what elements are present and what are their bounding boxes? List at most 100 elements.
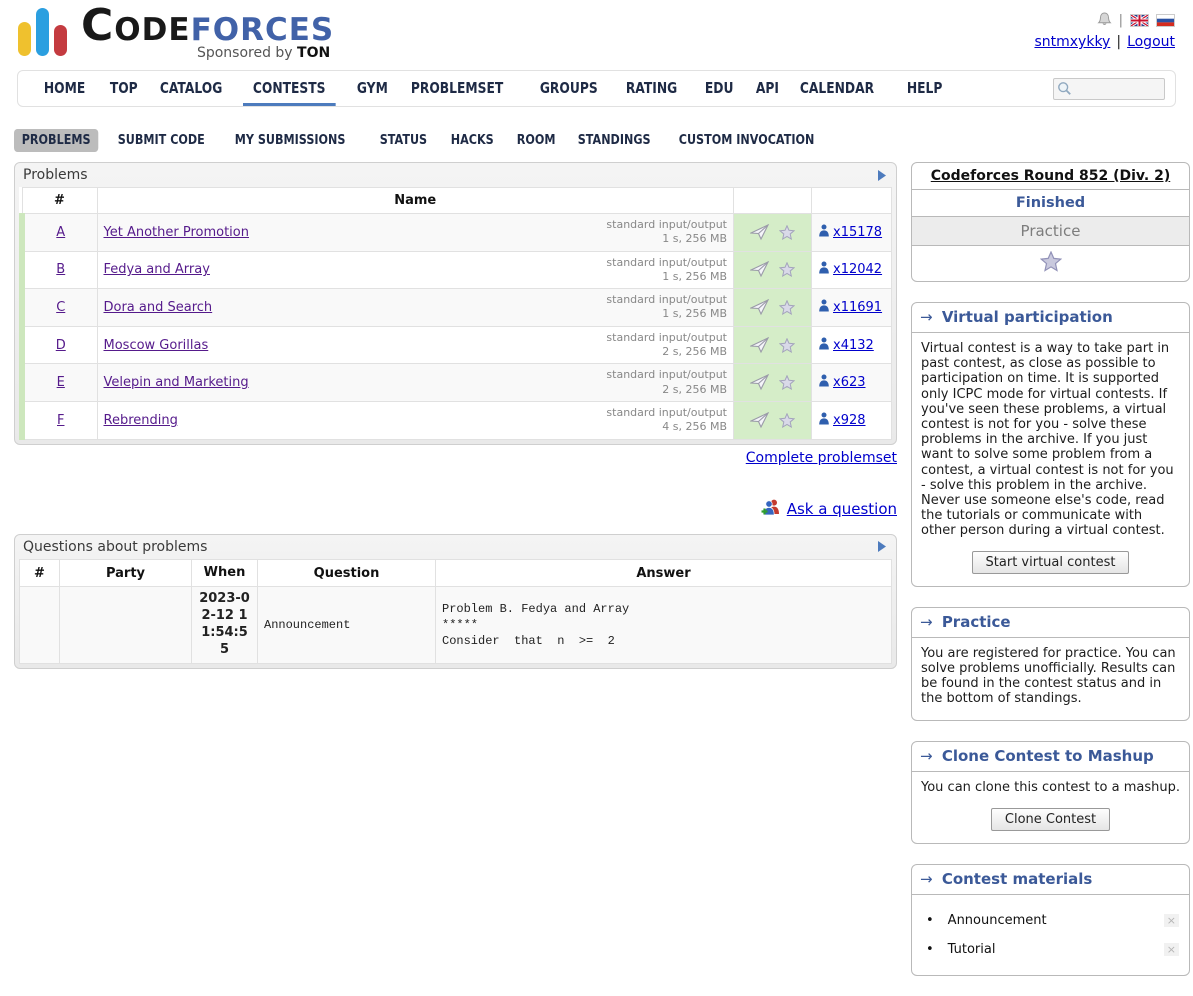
nav-item-top[interactable]: TOP — [100, 71, 148, 106]
problem-letter-link[interactable]: D — [56, 338, 66, 353]
solved-count-link[interactable]: x4132 — [833, 338, 874, 353]
submit-plane-icon[interactable] — [750, 337, 770, 354]
solved-count-link[interactable]: x11691 — [833, 300, 882, 315]
close-icon[interactable]: × — [1164, 943, 1179, 956]
submit-plane-icon[interactable] — [750, 412, 770, 429]
q-col-header-question: Question — [258, 559, 436, 587]
solved-person-icon — [818, 261, 830, 278]
problem-letter-link[interactable]: A — [56, 225, 65, 240]
submit-plane-icon[interactable] — [750, 261, 770, 278]
subnav-problems[interactable]: PROBLEMS — [14, 129, 98, 152]
col-header-solved — [812, 188, 892, 214]
contest-subnav: PROBLEMS SUBMIT CODE MY SUBMISSIONS STAT… — [0, 129, 1193, 152]
nav-item-api[interactable]: API — [746, 71, 789, 106]
nav-item-calendar[interactable]: CALENDAR — [790, 71, 884, 106]
user-separator: | — [1116, 34, 1121, 50]
logo-bar-red — [54, 25, 67, 56]
subnav-submit-code[interactable]: SUBMIT CODE — [110, 129, 213, 152]
practice-title: Practice — [942, 613, 1011, 631]
problems-table-box: Problems # Name A Yet Another Promotion — [14, 162, 897, 445]
header: Codeforces Sponsored by TON — [0, 4, 1193, 60]
subnav-status[interactable]: STATUS — [372, 129, 435, 152]
material-announcement-link[interactable]: Announcement — [948, 913, 1164, 928]
nav-item-gym[interactable]: GYM — [347, 71, 398, 106]
contest-star-icon[interactable] — [1040, 261, 1062, 276]
problem-name-link[interactable]: Moscow Gorillas — [104, 338, 209, 353]
subnav-hacks[interactable]: HACKS — [443, 129, 501, 152]
ask-question-link[interactable]: Ask a question — [787, 500, 897, 518]
nav-item-rating[interactable]: RATING — [616, 71, 687, 106]
complete-problemset-link[interactable]: Complete problemset — [746, 450, 897, 466]
material-tutorial-link[interactable]: Tutorial — [948, 942, 1164, 957]
problem-io: standard input/output — [606, 331, 727, 344]
caption-arrow: → — [920, 308, 933, 326]
table-row: 2023-02-12 11:54:55 Announcement Problem… — [20, 587, 892, 664]
solved-person-icon — [818, 374, 830, 391]
problem-name-link[interactable]: Dora and Search — [104, 300, 213, 315]
nav-item-problemset[interactable]: PROBLEMSET — [401, 71, 513, 106]
ask-question-icon — [761, 498, 781, 520]
sidebar: Codeforces Round 852 (Div. 2) Finished P… — [911, 162, 1190, 996]
favorite-star-icon[interactable] — [779, 225, 795, 240]
solved-count-link[interactable]: x928 — [833, 413, 866, 428]
subnav-standings[interactable]: STANDINGS — [570, 129, 658, 152]
nav-item-catalog[interactable]: CATALOG — [150, 71, 232, 106]
solved-person-icon — [818, 412, 830, 429]
nav-item-help[interactable]: HELP — [897, 71, 952, 106]
subnav-custom-invocation[interactable]: CUSTOM INVOCATION — [671, 129, 822, 152]
flag-en-icon[interactable] — [1130, 14, 1149, 27]
problem-name-link[interactable]: Rebrending — [104, 413, 178, 428]
problem-name-link[interactable]: Yet Another Promotion — [104, 225, 249, 240]
problem-io: standard input/output — [606, 256, 727, 269]
flag-ru-icon[interactable] — [1156, 14, 1175, 27]
problem-letter-link[interactable]: C — [56, 300, 65, 315]
contest-info-box: Codeforces Round 852 (Div. 2) Finished P… — [911, 162, 1190, 282]
problem-letter-link[interactable]: F — [57, 413, 64, 428]
problem-io: standard input/output — [606, 218, 727, 231]
username-link[interactable]: sntmxykky — [1034, 34, 1110, 50]
caption-arrow: → — [920, 870, 933, 888]
logo-word-code: Code — [81, 0, 191, 51]
favorite-star-icon[interactable] — [779, 338, 795, 353]
solved-count-link[interactable]: x12042 — [833, 262, 882, 277]
favorite-star-icon[interactable] — [779, 375, 795, 390]
logout-link[interactable]: Logout — [1127, 34, 1175, 50]
problem-letter-link[interactable]: E — [57, 375, 65, 390]
close-icon[interactable]: × — [1164, 914, 1179, 927]
codeforces-logo[interactable]: Codeforces Sponsored by TON — [18, 4, 334, 60]
problem-limits: 1 s, 256 MB — [662, 307, 727, 320]
logo-word-forces: forces — [191, 0, 335, 51]
submit-plane-icon[interactable] — [750, 224, 770, 241]
sponsored-prefix: Sponsored by — [197, 45, 297, 61]
start-virtual-contest-button[interactable]: Start virtual contest — [972, 551, 1130, 574]
submit-plane-icon[interactable] — [750, 299, 770, 316]
expand-arrow-icon[interactable] — [877, 169, 887, 182]
problem-name-link[interactable]: Velepin and Marketing — [104, 375, 249, 390]
nav-item-home[interactable]: HOME — [34, 71, 95, 106]
q-col-header-answer: Answer — [436, 559, 892, 587]
problem-limits: 2 s, 256 MB — [662, 345, 727, 358]
bullet: • — [926, 913, 934, 928]
questions-table: # Party When Question Answer 2023-02-12 … — [19, 559, 892, 664]
nav-item-contests[interactable]: CONTESTS — [243, 71, 335, 106]
nav-item-groups[interactable]: GROUPS — [530, 71, 608, 106]
subnav-room[interactable]: ROOM — [509, 129, 563, 152]
nav-item-edu[interactable]: EDU — [695, 71, 743, 106]
problem-io: standard input/output — [606, 406, 727, 419]
problem-name-link[interactable]: Fedya and Array — [104, 262, 210, 277]
expand-arrow-icon[interactable] — [877, 540, 887, 553]
clone-contest-button[interactable]: Clone Contest — [991, 808, 1110, 831]
contest-title-link[interactable]: Codeforces Round 852 (Div. 2) — [931, 168, 1170, 184]
solved-count-link[interactable]: x623 — [833, 375, 866, 390]
favorite-star-icon[interactable] — [779, 262, 795, 277]
bell-icon[interactable] — [1097, 12, 1112, 28]
subnav-my-submissions[interactable]: MY SUBMISSIONS — [227, 129, 353, 152]
favorite-star-icon[interactable] — [779, 413, 795, 428]
submit-plane-icon[interactable] — [750, 374, 770, 391]
problem-letter-link[interactable]: B — [56, 262, 65, 277]
solved-count-link[interactable]: x15178 — [833, 225, 882, 240]
col-header-num: # — [22, 188, 97, 214]
favorite-star-icon[interactable] — [779, 300, 795, 315]
problem-limits: 1 s, 256 MB — [662, 232, 727, 245]
question-party — [60, 587, 192, 664]
